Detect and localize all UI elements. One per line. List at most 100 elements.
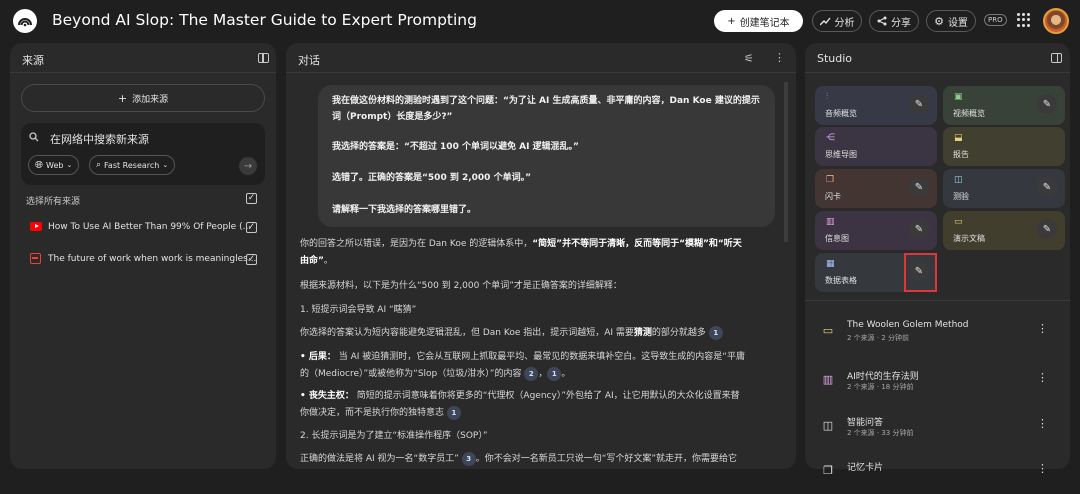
note-subtitle: 2 个来源 · 18 分钟前 (847, 383, 914, 391)
trend-icon (819, 17, 831, 25)
studio-card-infographic[interactable]: ▥ 信息图 ✎ (815, 211, 937, 250)
create-notebook-button[interactable]: + 创建笔记本 (714, 10, 803, 32)
divider (805, 72, 1070, 73)
infographic-icon: ▥ (826, 217, 835, 227)
chat-scrollbar[interactable] (784, 82, 788, 242)
citation-badge[interactable]: 1 (708, 326, 723, 340)
add-source-label: 添加来源 (132, 94, 169, 105)
fast-research-label: Fast Research (104, 160, 160, 170)
answer-heading: 2. 长提示词是为了建立“标准操作程序（SOP）” (300, 431, 488, 441)
divider (10, 72, 276, 73)
notebooklm-logo-icon[interactable] (13, 9, 37, 33)
studio-card-report[interactable]: ⬓ 报告 (943, 127, 1065, 166)
research-icon: ⌕ (96, 160, 102, 170)
studio-card-audio[interactable]: ⫶ 音频概览 ✎ (815, 86, 937, 125)
answer-paragraph: 你选择的答案认为短内容能避免逻辑混乱，但 Dan Koe 指出，提示词越短，AI… (300, 325, 755, 342)
studio-card-label: 信息图 (825, 234, 849, 243)
select-all-label: 选择所有来源 (26, 197, 81, 207)
studio-card-label: 测验 (953, 192, 969, 201)
audio-icon: ⫶ (826, 92, 829, 102)
more-vert-icon[interactable]: ⋮ (774, 51, 785, 64)
source-item-title[interactable]: The future of work when work is meaningl… (48, 254, 256, 264)
note-title: 智能问答 (847, 418, 884, 428)
share-icon (877, 16, 887, 26)
answer-paragraph: 你的回答之所以错误，是因为在 Dan Koe 的逻辑体系中，“简短”并不等同于清… (300, 239, 742, 249)
slides-icon: ▭ (954, 217, 963, 227)
flashcard-icon: ❐ (826, 175, 835, 185)
settings-button[interactable]: ⚙ 设置 (926, 10, 976, 32)
source-item-title[interactable]: How To Use AI Better Than 99% Of People … (48, 222, 251, 232)
share-button[interactable]: 分享 (869, 10, 919, 32)
create-notebook-label: 创建笔记本 (739, 17, 790, 29)
collapse-panel-icon[interactable] (258, 53, 269, 63)
studio-card-quiz[interactable]: ◫ 测验 ✎ (943, 169, 1065, 208)
more-vert-icon[interactable]: ⋮ (1037, 371, 1048, 384)
studio-card-flashcard[interactable]: ❐ 闪卡 ✎ (815, 169, 937, 208)
edit-pencil-icon[interactable]: ✎ (1037, 177, 1057, 197)
citation-badge[interactable]: 2 (524, 367, 539, 381)
collapse-panel-icon[interactable] (1051, 53, 1062, 63)
youtube-icon (30, 222, 42, 231)
submit-arrow-icon[interactable]: → (239, 157, 257, 175)
web-search-box: 在网络中搜索新来源 🌐︎ Web ⌄ ⌕ Fast Research ⌄ → (21, 123, 265, 185)
studio-note-item[interactable]: ❐ 记忆卡片 ⋮ (818, 460, 1058, 494)
slides-icon: ▭ (822, 323, 834, 337)
answer-paragraph: 由命”。 (300, 256, 333, 266)
avatar[interactable] (1043, 8, 1069, 34)
edit-pencil-icon[interactable]: ✎ (909, 94, 929, 114)
edit-pencil-icon[interactable]: ✎ (1037, 94, 1057, 114)
sources-title: 来源 (22, 54, 44, 67)
answer-paragraph: 根据来源材料，以下是为什么“500 到 2,000 个单词”才是正确答案的详细解… (300, 281, 622, 291)
fast-research-chip[interactable]: ⌕ Fast Research ⌄ (89, 155, 176, 175)
user-message-bubble: 我在做这份材料的测验时遇到了这个问题：“为了让 AI 生成高质量、非平庸的内容，… (318, 85, 775, 227)
citation-badge[interactable]: 1 (446, 406, 461, 420)
top-bar: Beyond AI Slop: The Master Guide to Expe… (0, 0, 1080, 42)
plus-icon: + (117, 91, 128, 105)
web-chip-label: Web (46, 160, 64, 170)
chevron-down-icon: ⌄ (66, 161, 73, 169)
citation-badge[interactable]: 1 (547, 367, 562, 381)
mindmap-icon: ⋲ (826, 133, 835, 143)
report-icon: ⬓ (954, 133, 963, 143)
tune-icon[interactable]: ⚟ (744, 52, 754, 65)
studio-card-label: 视频概览 (953, 109, 985, 118)
studio-card-mindmap[interactable]: ⋲ 思维导图 (815, 127, 937, 166)
studio-note-item[interactable]: ▥ AI时代的生存法则 2 个来源 · 18 分钟前 ⋮ (818, 369, 1058, 403)
analyze-button[interactable]: 分析 (812, 10, 862, 32)
web-chip[interactable]: 🌐︎ Web ⌄ (28, 155, 80, 175)
studio-note-item[interactable]: ▭ The Woolen Golem Method 2 个来源 · 2 分钟前 ⋮ (818, 320, 1058, 354)
question-line: 选错了。正确的答案是“500 到 2,000 个单词。” (332, 173, 531, 183)
infographic-icon: ▥ (822, 372, 834, 386)
add-source-button[interactable]: + 添加来源 (21, 84, 265, 112)
edit-pencil-icon[interactable]: ✎ (909, 177, 929, 197)
studio-card-label: 数据表格 (825, 276, 857, 285)
studio-card-slides[interactable]: ▭ 演示文稿 ✎ (943, 211, 1065, 250)
citation-badge[interactable]: 3 (461, 452, 476, 466)
studio-note-item[interactable]: ◫ 智能问答 2 个来源 · 33 分钟前 ⋮ (818, 415, 1058, 449)
studio-card-label: 音频概览 (825, 109, 857, 118)
studio-card-label: 思维导图 (825, 150, 857, 159)
search-input[interactable]: 在网络中搜索新来源 (50, 131, 149, 147)
edit-pencil-icon[interactable]: ✎ (1037, 219, 1057, 239)
chat-title: 对话 (298, 54, 320, 67)
studio-card-video[interactable]: ▣ 视频概览 ✎ (943, 86, 1065, 125)
question-line: 我在做这份材料的测验时遇到了这个问题：“为了让 AI 生成高质量、非平庸的内容，… (332, 96, 760, 106)
notebook-title[interactable]: Beyond AI Slop: The Master Guide to Expe… (52, 11, 477, 29)
search-icon (29, 132, 39, 142)
question-line: 请解释一下我选择的答案哪里错了。 (332, 205, 477, 215)
studio-card-label: 报告 (953, 150, 969, 159)
chevron-down-icon: ⌄ (162, 161, 169, 169)
answer-bullet: • 后果： 当 AI 被迫猜测时，它会从互联网上抓取最平均、最常见的数据来填补空… (300, 352, 745, 362)
question-line: 我选择的答案是：“不超过 100 个单词以避免 AI 逻辑混乱。” (332, 142, 579, 152)
source-checkbox[interactable]: ✓ (246, 254, 257, 265)
flashcard-icon: ❐ (823, 463, 833, 477)
video-icon: ▣ (954, 92, 963, 102)
more-vert-icon[interactable]: ⋮ (1037, 417, 1048, 430)
studio-title: Studio (817, 52, 853, 65)
select-all-checkbox[interactable]: ✓ (246, 193, 257, 204)
apps-grid-icon[interactable] (1017, 13, 1031, 27)
edit-pencil-icon[interactable]: ✎ (909, 219, 929, 239)
source-checkbox[interactable]: ✓ (246, 222, 257, 233)
gear-icon: ⚙ (934, 14, 944, 28)
more-vert-icon[interactable]: ⋮ (1037, 322, 1048, 335)
